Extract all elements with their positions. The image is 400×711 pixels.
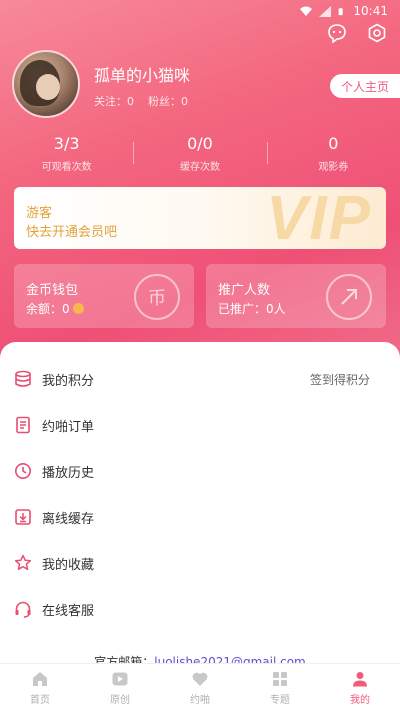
clock-history-icon [15, 463, 31, 479]
message-icon[interactable] [326, 22, 348, 44]
tab-topics[interactable]: 专题 [240, 664, 320, 711]
menu-item-label: 约啪订单 [42, 419, 95, 435]
share-arrow-icon [326, 274, 372, 320]
menu-item-label: 离线缓存 [42, 511, 95, 527]
status-bar: 10:41 [0, 0, 400, 22]
following-count[interactable]: 关注：0 [94, 93, 134, 109]
tab-label: 我的 [350, 694, 370, 706]
stat-label: 可观看次数 [41, 162, 92, 173]
tab-label: 原创 [110, 694, 130, 706]
menu-item-points[interactable]: 我的积分 签到得积分 [0, 356, 400, 402]
tab-label: 首页 [30, 694, 50, 706]
tab-mine[interactable]: 我的 [320, 664, 400, 711]
vip-watermark: VIP [266, 187, 372, 249]
header-actions [326, 22, 388, 44]
tab-dating[interactable]: 约啪 [160, 664, 240, 711]
star-icon [14, 554, 32, 571]
headset-icon [15, 601, 31, 618]
tab-label: 约啪 [190, 694, 210, 706]
coins-stack-icon [15, 370, 31, 387]
coin-icon [72, 303, 84, 314]
grid-icon [273, 671, 287, 686]
nickname: 孤单的小猫咪 [94, 66, 191, 85]
person-icon [353, 671, 367, 686]
fans-count[interactable]: 粉丝：0 [148, 93, 188, 109]
wallet-title: 金币钱包 [26, 283, 79, 298]
promotion-card[interactable]: 推广人数 已推广：0人 [206, 264, 386, 328]
tab-home[interactable]: 首页 [0, 664, 80, 711]
wifi-icon [300, 6, 313, 16]
heart-icon [192, 672, 208, 686]
vip-call-to-action: 快去开通会员吧 [26, 225, 118, 240]
settings-gear-icon[interactable] [366, 22, 388, 44]
menu-item-customer-service[interactable]: 在线客服 [0, 586, 400, 632]
play-icon [112, 672, 128, 685]
stat-tickets: 0 观影券 [266, 134, 400, 174]
home-icon [33, 671, 47, 686]
menu-item-favorites[interactable]: 我的收藏 [0, 540, 400, 586]
promotion-title: 推广人数 [218, 283, 271, 298]
menu-item-offline-cache[interactable]: 离线缓存 [0, 494, 400, 540]
wallet-balance: 余额：0 [26, 300, 84, 317]
download-icon [15, 509, 31, 525]
vip-user-type: 游客 [26, 206, 53, 221]
menu-item-history[interactable]: 播放历史 [0, 448, 400, 494]
stat-watch-count: 3/3 可观看次数 [0, 134, 133, 174]
order-document-icon [16, 416, 30, 434]
follow-stats: 关注：0 粉丝：0 [94, 93, 188, 109]
promotion-count: 已推广：0人 [218, 302, 286, 316]
coin-wallet-card[interactable]: 金币钱包 余额：0 币 [14, 264, 194, 328]
vip-banner[interactable]: VIP 游客 快去开通会员吧 [14, 187, 386, 249]
menu-item-orders[interactable]: 约啪订单 [0, 402, 400, 448]
bottom-tab-bar: 首页 原创 约啪 专题 我的 [0, 663, 400, 711]
stat-value: 0 [328, 134, 339, 153]
checkin-points-link[interactable]: 签到得积分 [310, 371, 370, 388]
menu-item-label: 我的收藏 [42, 557, 95, 573]
stat-cache-count: 0/0 缓存次数 [133, 134, 266, 174]
stat-label: 缓存次数 [179, 162, 220, 173]
stat-value: 0/0 [187, 134, 213, 153]
avatar[interactable] [12, 50, 80, 118]
menu-item-label: 在线客服 [42, 603, 95, 619]
coin-currency-icon: 币 [134, 274, 180, 320]
stat-value: 3/3 [53, 134, 80, 153]
tab-label: 专题 [270, 694, 290, 706]
menu-item-label: 播放历史 [42, 465, 95, 481]
battery-icon [339, 7, 344, 15]
tab-original[interactable]: 原创 [80, 664, 160, 711]
personal-homepage-button[interactable]: 个人主页 [330, 74, 400, 98]
menu-item-label: 我的积分 [42, 373, 95, 389]
stats-row: 3/3 可观看次数 0/0 缓存次数 0 观影券 [0, 134, 400, 174]
cellular-signal-icon [319, 5, 332, 17]
status-time: 10:41 [353, 4, 388, 18]
stat-label: 观影券 [318, 162, 349, 173]
